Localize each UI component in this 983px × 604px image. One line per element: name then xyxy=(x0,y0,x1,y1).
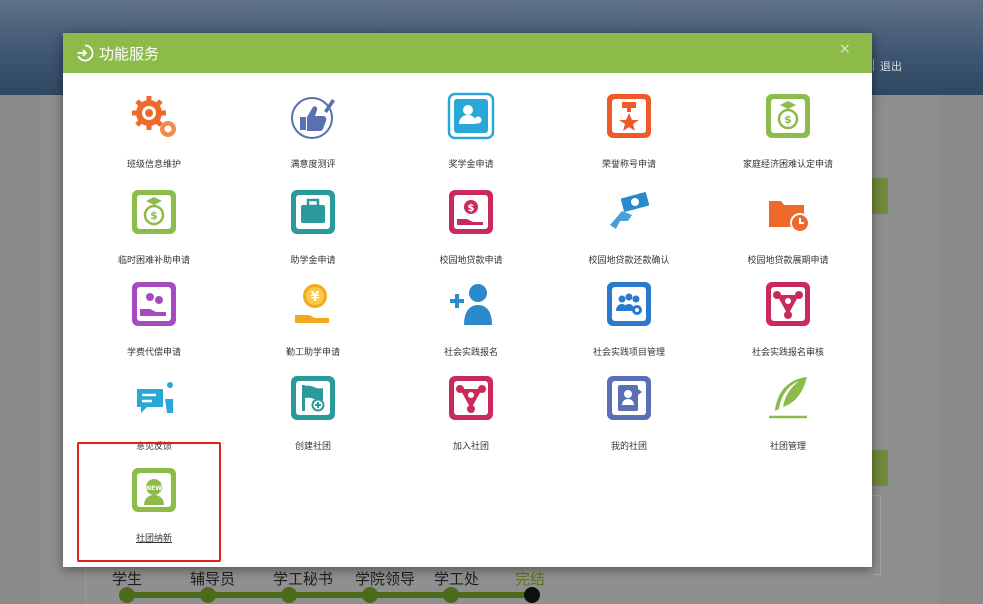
close-icon[interactable]: × xyxy=(839,41,851,57)
service-feedback[interactable]: 意见反馈 xyxy=(74,373,234,465)
service-tuition-compensation[interactable]: 学费代偿申请 xyxy=(74,279,234,371)
modal-title: 功能服务 xyxy=(99,45,160,63)
coin-hand-icon: $ xyxy=(449,190,493,234)
service-satisfaction-survey[interactable]: 满意度测评 xyxy=(233,91,393,183)
service-label: 校园地贷款展期申请 xyxy=(747,256,829,266)
service-label: 临时困难补助申请 xyxy=(117,256,190,266)
service-family-hardship[interactable]: $ 家庭经济困难认定申请 xyxy=(708,91,868,183)
service-label: 满意度测评 xyxy=(290,160,336,170)
service-label: 社会实践项目管理 xyxy=(592,348,665,358)
workflow-step-label: 学生 xyxy=(112,570,143,588)
service-work-study[interactable]: ¥ 勤工助学申请 xyxy=(233,279,393,371)
service-club-recruitment[interactable]: NEW 社团纳新 xyxy=(74,465,234,557)
new-member-icon: NEW xyxy=(132,468,176,512)
workflow-step-label: 完结 xyxy=(515,570,546,588)
service-temporary-aid[interactable]: $ 临时困难补助申请 xyxy=(74,187,234,279)
workflow-step-dot xyxy=(443,587,459,603)
login-arrow-icon xyxy=(77,44,94,62)
service-label: 创建社团 xyxy=(294,442,331,452)
service-label: 勤工助学申请 xyxy=(285,348,340,358)
service-label: 社会实践报名审核 xyxy=(751,348,824,358)
honor-medal-icon xyxy=(607,94,651,138)
service-social-practice-projects[interactable]: 社会实践项目管理 xyxy=(549,279,709,371)
feather-icon xyxy=(769,377,807,419)
service-label: 荣誉称号申请 xyxy=(601,160,656,170)
logout-link[interactable]: 退出 xyxy=(880,58,902,74)
workflow-step-label: 学院领导 xyxy=(355,570,416,588)
service-label: 社团管理 xyxy=(769,442,806,452)
workflow-step-dot xyxy=(524,587,540,603)
service-scholarship[interactable]: 奖学金申请 xyxy=(391,91,551,183)
svg-text:$: $ xyxy=(784,113,792,126)
folder-clock-icon xyxy=(769,201,810,233)
workflow-line xyxy=(126,592,532,598)
id-card-icon xyxy=(607,376,651,420)
service-loan-extension[interactable]: 校园地贷款展期申请 xyxy=(708,187,868,279)
service-loan-repayment[interactable]: 校园地贷款还款确认 xyxy=(549,187,709,279)
coins-hand-icon xyxy=(132,282,176,326)
svg-text:¥: ¥ xyxy=(310,290,319,305)
service-label: 加入社团 xyxy=(452,442,489,452)
chat-bubble-icon xyxy=(137,382,173,413)
money-bag-icon: $ xyxy=(132,190,176,234)
briefcase-icon xyxy=(291,190,335,234)
modal-header: 功能服务 × xyxy=(63,33,872,73)
service-label: 意见反馈 xyxy=(135,442,172,452)
service-label: 班级信息维护 xyxy=(126,160,181,170)
service-label: 奖学金申请 xyxy=(448,160,494,170)
service-class-info[interactable]: 班级信息维护 xyxy=(74,91,234,183)
svg-text:$: $ xyxy=(150,209,158,222)
service-label: 我的社团 xyxy=(610,442,647,452)
service-grant[interactable]: 助学金申请 xyxy=(233,187,393,279)
workflow-step-dot xyxy=(362,587,378,603)
group-gear-icon xyxy=(607,282,651,326)
scholarship-icon xyxy=(447,92,495,140)
network-icon xyxy=(449,376,493,420)
service-label: 校园地贷款还款确认 xyxy=(588,256,670,266)
service-honor-title[interactable]: 荣誉称号申请 xyxy=(549,91,709,183)
service-create-club[interactable]: 创建社团 xyxy=(233,373,393,465)
service-label: 社团纳新 xyxy=(135,534,172,544)
service-label: 学费代偿申请 xyxy=(126,348,181,358)
workflow-step-label: 辅导员 xyxy=(190,570,236,588)
workflow-step-label: 学工秘书 xyxy=(273,570,334,588)
flag-add-icon xyxy=(291,376,335,420)
service-label: 家庭经济困难认定申请 xyxy=(742,160,833,170)
workflow-step-dot xyxy=(281,587,297,603)
gears-icon xyxy=(132,96,176,137)
workflow-step-label: 学工处 xyxy=(434,570,480,588)
cash-hand-icon xyxy=(610,192,650,229)
add-user-icon xyxy=(450,284,492,325)
thumbs-up-icon xyxy=(291,97,335,139)
workflow-step-dot xyxy=(200,587,216,603)
service-label: 校园地贷款申请 xyxy=(439,256,503,266)
money-bag-icon: $ xyxy=(766,94,810,138)
function-service-modal: 功能服务 × 班级信息维护 满意度测评 奖学金申请 荣誉称号申请 $ 家庭经济困… xyxy=(63,33,872,567)
panel-frame xyxy=(873,495,881,575)
service-join-club[interactable]: 加入社团 xyxy=(391,373,551,465)
service-club-management[interactable]: 社团管理 xyxy=(708,373,868,465)
service-social-practice-review[interactable]: 社会实践报名审核 xyxy=(708,279,868,371)
svg-text:$: $ xyxy=(468,203,475,214)
workflow-step-dot xyxy=(119,587,135,603)
header-separator xyxy=(873,59,874,71)
service-campus-loan[interactable]: $ 校园地贷款申请 xyxy=(391,187,551,279)
network-icon xyxy=(766,282,810,326)
yuan-coin-hand-icon: ¥ xyxy=(295,284,329,323)
service-social-practice-signup[interactable]: 社会实践报名 xyxy=(391,279,551,371)
service-my-clubs[interactable]: 我的社团 xyxy=(549,373,709,465)
service-label: 助学金申请 xyxy=(290,256,336,266)
svg-text:NEW: NEW xyxy=(146,485,162,492)
service-label: 社会实践报名 xyxy=(443,348,498,358)
